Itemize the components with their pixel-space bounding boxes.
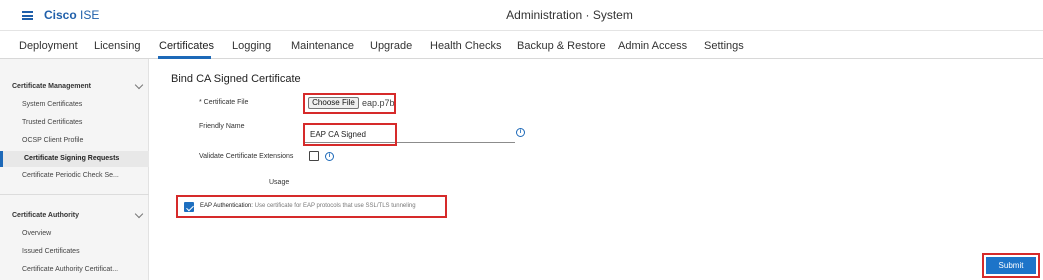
tab-logging[interactable]: Logging <box>232 40 271 52</box>
highlight-box-eap-authentication <box>176 195 447 218</box>
sidebar-item-ca-certificates[interactable]: Certificate Authority Certificat... <box>22 266 118 273</box>
sidebar-item-ocsp-client-profile[interactable]: OCSP Client Profile <box>22 137 83 144</box>
sidebar-item-overview[interactable]: Overview <box>22 230 51 237</box>
sidebar-item-trusted-certificates[interactable]: Trusted Certificates <box>22 119 82 126</box>
page-title-text: Administration · System <box>506 8 633 22</box>
top-header: Cisco ISE Administration · System <box>0 0 1043 31</box>
page-title: Administration · System <box>0 8 1043 22</box>
tab-licensing[interactable]: Licensing <box>94 40 140 52</box>
chevron-down-icon[interactable] <box>134 80 144 90</box>
sidebar: Certificate Management System Certificat… <box>0 59 149 280</box>
tab-deployment[interactable]: Deployment <box>19 40 78 52</box>
tab-health-checks[interactable]: Health Checks <box>430 40 502 52</box>
friendly-name-label: Friendly Name <box>199 123 245 130</box>
usage-label: Usage <box>269 179 290 186</box>
friendly-name-info-icon[interactable]: i <box>516 128 525 137</box>
tab-upgrade[interactable]: Upgrade <box>370 40 412 52</box>
tab-bar: Deployment Licensing Certificates Loggin… <box>0 31 1043 59</box>
active-tab-indicator <box>158 56 211 59</box>
sidebar-divider <box>0 194 149 195</box>
sidebar-section-certificate-authority[interactable]: Certificate Authority <box>12 212 79 219</box>
sidebar-item-system-certificates[interactable]: System Certificates <box>22 101 82 108</box>
sidebar-item-certificate-periodic-check[interactable]: Certificate Periodic Check Se... <box>22 172 119 179</box>
tab-admin-access[interactable]: Admin Access <box>618 40 687 52</box>
highlight-box-submit <box>982 253 1040 278</box>
form-title: Bind CA Signed Certificate <box>171 73 301 85</box>
tab-backup-restore[interactable]: Backup & Restore <box>517 40 606 52</box>
sidebar-item-certificate-signing-requests[interactable]: Certificate Signing Requests <box>24 155 119 162</box>
sidebar-item-issued-certificates[interactable]: Issued Certificates <box>22 248 80 255</box>
tab-certificates[interactable]: Certificates <box>159 40 214 52</box>
certificate-file-label: * Certificate File <box>199 99 249 106</box>
chevron-down-icon[interactable] <box>134 209 144 219</box>
highlight-box-certificate-file <box>303 93 396 114</box>
sidebar-active-bar <box>0 151 3 167</box>
validate-extensions-checkbox[interactable] <box>309 151 319 161</box>
tab-settings[interactable]: Settings <box>704 40 744 52</box>
highlight-box-friendly-name <box>303 123 397 146</box>
validate-extensions-label: Validate Certificate Extensions <box>199 153 294 160</box>
tab-maintenance[interactable]: Maintenance <box>291 40 354 52</box>
validate-extensions-info-icon[interactable]: i <box>325 152 334 161</box>
sidebar-section-certificate-management[interactable]: Certificate Management <box>12 83 91 90</box>
